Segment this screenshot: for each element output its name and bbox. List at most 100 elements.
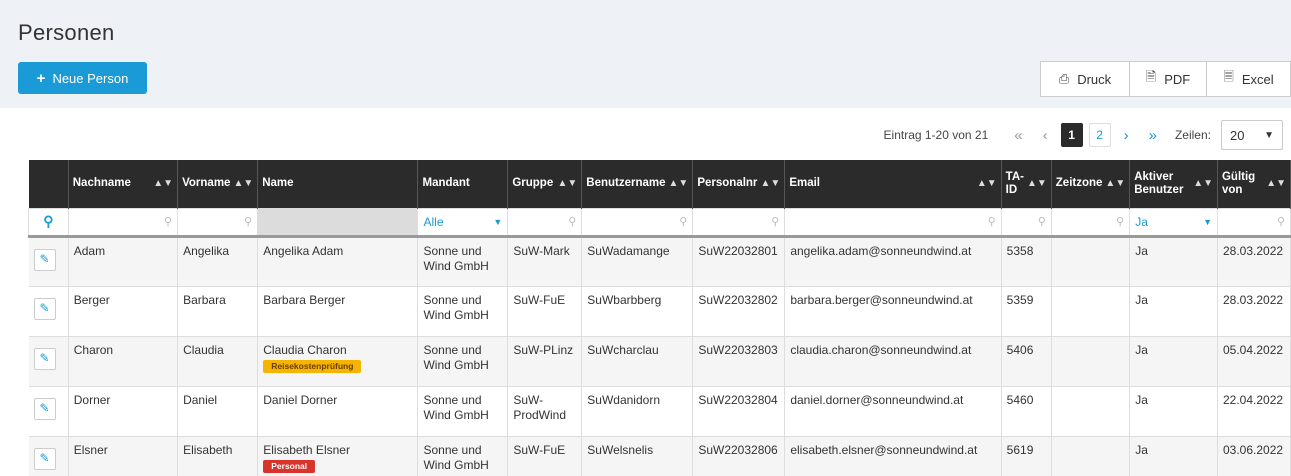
cell-email: angelika.adam@sonneundwind.at xyxy=(784,236,1002,287)
pencil-icon: ✎ xyxy=(39,401,50,415)
persons-table: Nachname ▲▼ Vorname ▲▼ Name Mandant Gruppe… xyxy=(28,160,1291,476)
role-badge: Reisekostenprüfung xyxy=(263,359,362,373)
cell-name-text: Barbara Berger xyxy=(263,292,346,307)
table-body: ✎ Adam Angelika Angelika Adam Sonne und Wind… xyxy=(28,236,1291,476)
page-title: Personen xyxy=(18,20,115,45)
cell-mandant: Sonne und Wind GmbH xyxy=(417,236,509,287)
pagination-info: Eintrag 1-20 von 21 xyxy=(883,128,989,142)
edit-button[interactable]: ✎ xyxy=(33,447,56,470)
cell-zeitzone xyxy=(1051,236,1131,287)
pdf-label: PDF xyxy=(1164,71,1191,87)
print-button[interactable]: ⎙ Druck xyxy=(1041,62,1130,96)
edit-button[interactable]: ✎ xyxy=(33,248,56,271)
cell-edit: ✎ xyxy=(28,436,69,476)
edit-button[interactable]: ✎ xyxy=(33,297,56,320)
col-aktiv[interactable]: Aktiver Benutzer ▲▼ xyxy=(1129,160,1218,208)
cell-gueltig-text: 28.03.2022 xyxy=(1222,243,1284,258)
filter-gruppe[interactable]: ⚲ xyxy=(507,207,583,237)
rows-per-page-select[interactable]: 20 ▼ xyxy=(1221,120,1283,150)
search-icon: ⚲ xyxy=(1116,216,1125,228)
cell-gruppe: SuW-ProdWind xyxy=(507,386,583,437)
cell-gueltig: 28.03.2022 xyxy=(1217,286,1291,337)
cell-benutzername-text: SuWbarbberg xyxy=(587,292,662,307)
first-page-button[interactable]: « xyxy=(1014,127,1022,144)
cell-personalnr: SuW22032803 xyxy=(692,336,786,387)
last-page-button[interactable]: » xyxy=(1149,127,1157,144)
cell-email-text: daniel.dorner@sonneundwind.at xyxy=(790,392,964,407)
edit-button[interactable]: ✎ xyxy=(33,397,56,420)
search-icon: ⚲ xyxy=(164,216,173,228)
col-personalnr[interactable]: Personalnr ▲▼ xyxy=(692,160,786,208)
cell-taid: 5406 xyxy=(1001,336,1052,387)
filter-search-cell[interactable]: ⚲ xyxy=(28,207,69,237)
filter-benutzername[interactable]: ⚲ xyxy=(581,207,694,237)
table-row: ✎ Charon Claudia Claudia Charon Reisekostenp… xyxy=(28,336,1291,387)
excel-button[interactable]: 🗏 Excel xyxy=(1207,62,1291,96)
cell-taid-text: 5358 xyxy=(1006,243,1034,258)
search-icon: ⚲ xyxy=(568,216,577,228)
filter-personalnr[interactable]: ⚲ xyxy=(692,207,786,237)
cell-name: Elisabeth Elsner Personal xyxy=(257,436,419,476)
header-area: Personen + Neue Person ⎙ Druck 🗎 PDF 🗏 E… xyxy=(0,0,1291,108)
cell-name-text: Elisabeth Elsner xyxy=(263,442,350,457)
sort-icon: ▲▼ xyxy=(1105,178,1126,190)
filter-zeitzone[interactable]: ⚲ xyxy=(1050,207,1131,237)
pencil-icon: ✎ xyxy=(39,351,50,365)
cell-personalnr-text: SuW22032806 xyxy=(698,442,778,457)
cell-email-text: claudia.charon@sonneundwind.at xyxy=(790,342,972,357)
filter-nachname[interactable]: ⚲ xyxy=(67,207,179,237)
filter-mandant-select[interactable]: Alle ▼ xyxy=(417,207,509,237)
filter-email[interactable]: ⚲ xyxy=(784,207,1002,237)
col-benutzername[interactable]: Benutzername ▲▼ xyxy=(581,160,694,208)
cell-vorname-text: Daniel xyxy=(183,392,218,407)
sort-icon: ▲▼ xyxy=(976,178,997,190)
page-1-button[interactable]: 1 xyxy=(1060,123,1083,147)
plus-icon: + xyxy=(36,69,46,87)
search-icon: ⚲ xyxy=(244,216,253,228)
cell-personalnr-text: SuW22032802 xyxy=(698,292,778,307)
col-nachname[interactable]: Nachname ▲▼ xyxy=(68,160,179,208)
page-2-button[interactable]: 2 xyxy=(1088,123,1111,147)
sort-icon: ▲▼ xyxy=(557,178,578,190)
filter-name xyxy=(257,207,419,237)
sort-icon: ▲▼ xyxy=(760,178,781,190)
pdf-button[interactable]: 🗎 PDF xyxy=(1130,62,1207,96)
cell-personalnr-text: SuW22032801 xyxy=(698,243,778,258)
cell-personalnr: SuW22032801 xyxy=(692,236,786,287)
prev-page-button[interactable]: ‹ xyxy=(1043,127,1048,144)
filter-taid[interactable]: ⚲ xyxy=(1000,207,1052,237)
cell-personalnr: SuW22032804 xyxy=(692,386,786,437)
next-page-button[interactable]: › xyxy=(1124,127,1129,144)
col-taid[interactable]: TA-ID ▲▼ xyxy=(1001,160,1052,208)
chevron-down-icon: ▼ xyxy=(493,216,503,227)
cell-gueltig-text: 22.04.2022 xyxy=(1222,392,1284,407)
search-icon[interactable]: ⚲ xyxy=(29,209,68,235)
col-gruppe[interactable]: Gruppe ▲▼ xyxy=(507,160,583,208)
col-name: Name xyxy=(257,160,419,208)
col-zeitzone[interactable]: Zeitzone ▲▼ xyxy=(1051,160,1131,208)
col-vorname[interactable]: Vorname ▲▼ xyxy=(177,160,259,208)
filter-aktiv-select[interactable]: Ja ▼ xyxy=(1129,207,1218,237)
cell-vorname-text: Barbara xyxy=(183,292,226,307)
search-icon: ⚲ xyxy=(987,216,996,228)
filter-gueltig[interactable]: ⚲ xyxy=(1216,207,1291,237)
role-badge: Personal xyxy=(263,459,316,473)
filter-aktiv-value: Ja xyxy=(1135,214,1148,229)
cell-gruppe: SuW-PLinz xyxy=(507,336,583,387)
edit-button[interactable]: ✎ xyxy=(33,347,56,370)
cell-aktiv-text: Ja xyxy=(1135,292,1148,307)
filter-vorname[interactable]: ⚲ xyxy=(177,207,259,237)
new-person-button[interactable]: + Neue Person xyxy=(18,62,147,94)
excel-file-icon: 🗏 xyxy=(1223,69,1234,84)
cell-nachname: Adam xyxy=(68,236,179,287)
cell-vorname: Elisabeth xyxy=(177,436,259,476)
cell-email: barbara.berger@sonneundwind.at xyxy=(784,286,1002,337)
pagination: Eintrag 1-20 von 21 « ‹ 1 2 › » Zeilen: … xyxy=(884,120,1283,150)
cell-mandant-text: Sonne und Wind GmbH xyxy=(423,243,489,273)
cell-mandant: Sonne und Wind GmbH xyxy=(417,336,509,387)
col-gueltig[interactable]: Gültig von ▲▼ xyxy=(1217,160,1291,208)
printer-icon: ⎙ xyxy=(1058,71,1070,86)
cell-taid-text: 5359 xyxy=(1006,292,1034,307)
excel-label: Excel xyxy=(1241,71,1274,87)
col-email[interactable]: Email ▲▼ xyxy=(784,160,1002,208)
